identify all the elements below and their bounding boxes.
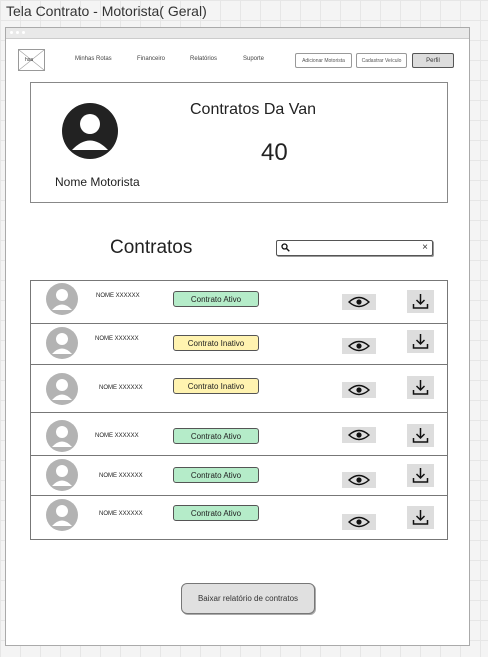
status-badge: Contrato Inativo: [173, 378, 259, 394]
table-row: NOME XXXXXX Contrato Ativo: [31, 413, 447, 456]
download-button[interactable]: [407, 330, 434, 353]
status-badge: Contrato Ativo: [173, 467, 259, 483]
table-row: NOME XXXXXX Contrato Inativo: [31, 365, 447, 413]
eye-icon: [348, 340, 370, 352]
nav-link-minhas-rotas[interactable]: Minhas Rotas: [75, 56, 112, 62]
avatar: [46, 420, 78, 452]
frame-title: Tela Contrato - Motorista( Geral): [6, 3, 207, 19]
contract-count: 40: [261, 139, 288, 166]
avatar: [46, 327, 78, 359]
view-button[interactable]: [342, 382, 376, 398]
add-driver-button[interactable]: Adicionar Motorista: [295, 53, 352, 68]
user-icon: [52, 333, 72, 354]
search-input[interactable]: ×: [276, 240, 433, 256]
download-button[interactable]: [407, 376, 434, 399]
row-name: NOME XXXXXX: [99, 511, 143, 517]
table-row: NOME XXXXXX Contrato Ativo: [31, 456, 447, 496]
browser-window: hsa Minhas Rotas Financeiro Relatórios S…: [5, 27, 470, 646]
download-report-button[interactable]: Baixar relatório de contratos: [181, 583, 315, 614]
contracts-table: NOME XXXXXX Contrato Ativo NOME XXXXXX C…: [30, 280, 448, 540]
view-button[interactable]: [342, 294, 376, 310]
table-row: NOME XXXXXX Contrato Ativo: [31, 496, 447, 539]
eye-icon: [348, 516, 370, 528]
user-icon: [52, 505, 72, 526]
add-vehicle-button[interactable]: Cadastrar Veículo: [356, 53, 407, 68]
status-badge: Contrato Ativo: [173, 428, 259, 444]
row-name: NOME XXXXXX: [95, 433, 139, 439]
download-button[interactable]: [407, 424, 434, 447]
avatar: [46, 459, 78, 491]
user-icon: [52, 465, 72, 486]
avatar: [46, 373, 78, 405]
table-row: NOME XXXXXX Contrato Ativo: [31, 281, 447, 324]
user-icon: [52, 289, 72, 310]
status-badge: Contrato Inativo: [173, 335, 259, 351]
row-name: NOME XXXXXX: [99, 473, 143, 479]
eye-icon: [348, 429, 370, 441]
driver-name: Nome Motorista: [55, 175, 140, 189]
download-button[interactable]: [407, 506, 434, 529]
table-row: NOME XXXXXX Contrato Inativo: [31, 324, 447, 365]
clear-search-button[interactable]: ×: [422, 242, 428, 253]
window-dot: [10, 31, 13, 34]
card-title: Contratos Da Van: [190, 101, 316, 118]
download-icon: [412, 380, 429, 395]
view-button[interactable]: [342, 514, 376, 530]
avatar: [46, 283, 78, 315]
download-icon: [412, 334, 429, 349]
download-icon: [412, 510, 429, 525]
logo[interactable]: hsa: [18, 49, 45, 71]
user-icon: [52, 379, 72, 400]
nav-link-relatorios[interactable]: Relatórios: [190, 56, 217, 62]
profile-button[interactable]: Perfil: [412, 53, 454, 68]
row-name: NOME XXXXXX: [99, 385, 143, 391]
section-title: Contratos: [110, 237, 193, 258]
download-icon: [412, 294, 429, 309]
avatar: [46, 499, 78, 531]
status-badge: Contrato Ativo: [173, 505, 259, 521]
download-icon: [412, 428, 429, 443]
eye-icon: [348, 296, 370, 308]
window-dot: [16, 31, 19, 34]
avatar: [62, 103, 118, 159]
view-button[interactable]: [342, 338, 376, 354]
download-button[interactable]: [407, 290, 434, 313]
logo-text: hsa: [25, 57, 34, 63]
view-button[interactable]: [342, 427, 376, 443]
window-dot: [22, 31, 25, 34]
user-icon: [72, 114, 108, 150]
row-name: NOME XXXXXX: [96, 293, 140, 299]
status-badge: Contrato Ativo: [173, 291, 259, 307]
view-button[interactable]: [342, 472, 376, 488]
nav-link-financeiro[interactable]: Financeiro: [137, 56, 165, 62]
eye-icon: [348, 384, 370, 396]
download-icon: [412, 468, 429, 483]
user-icon: [52, 426, 72, 447]
nav-link-suporte[interactable]: Suporte: [243, 56, 264, 62]
eye-icon: [348, 474, 370, 486]
search-icon: [281, 243, 290, 252]
summary-card: Nome Motorista Contratos Da Van 40: [30, 82, 448, 203]
top-nav: hsa Minhas Rotas Financeiro Relatórios S…: [6, 48, 469, 74]
browser-bar: [6, 28, 469, 39]
download-button[interactable]: [407, 464, 434, 487]
row-name: NOME XXXXXX: [95, 336, 139, 342]
